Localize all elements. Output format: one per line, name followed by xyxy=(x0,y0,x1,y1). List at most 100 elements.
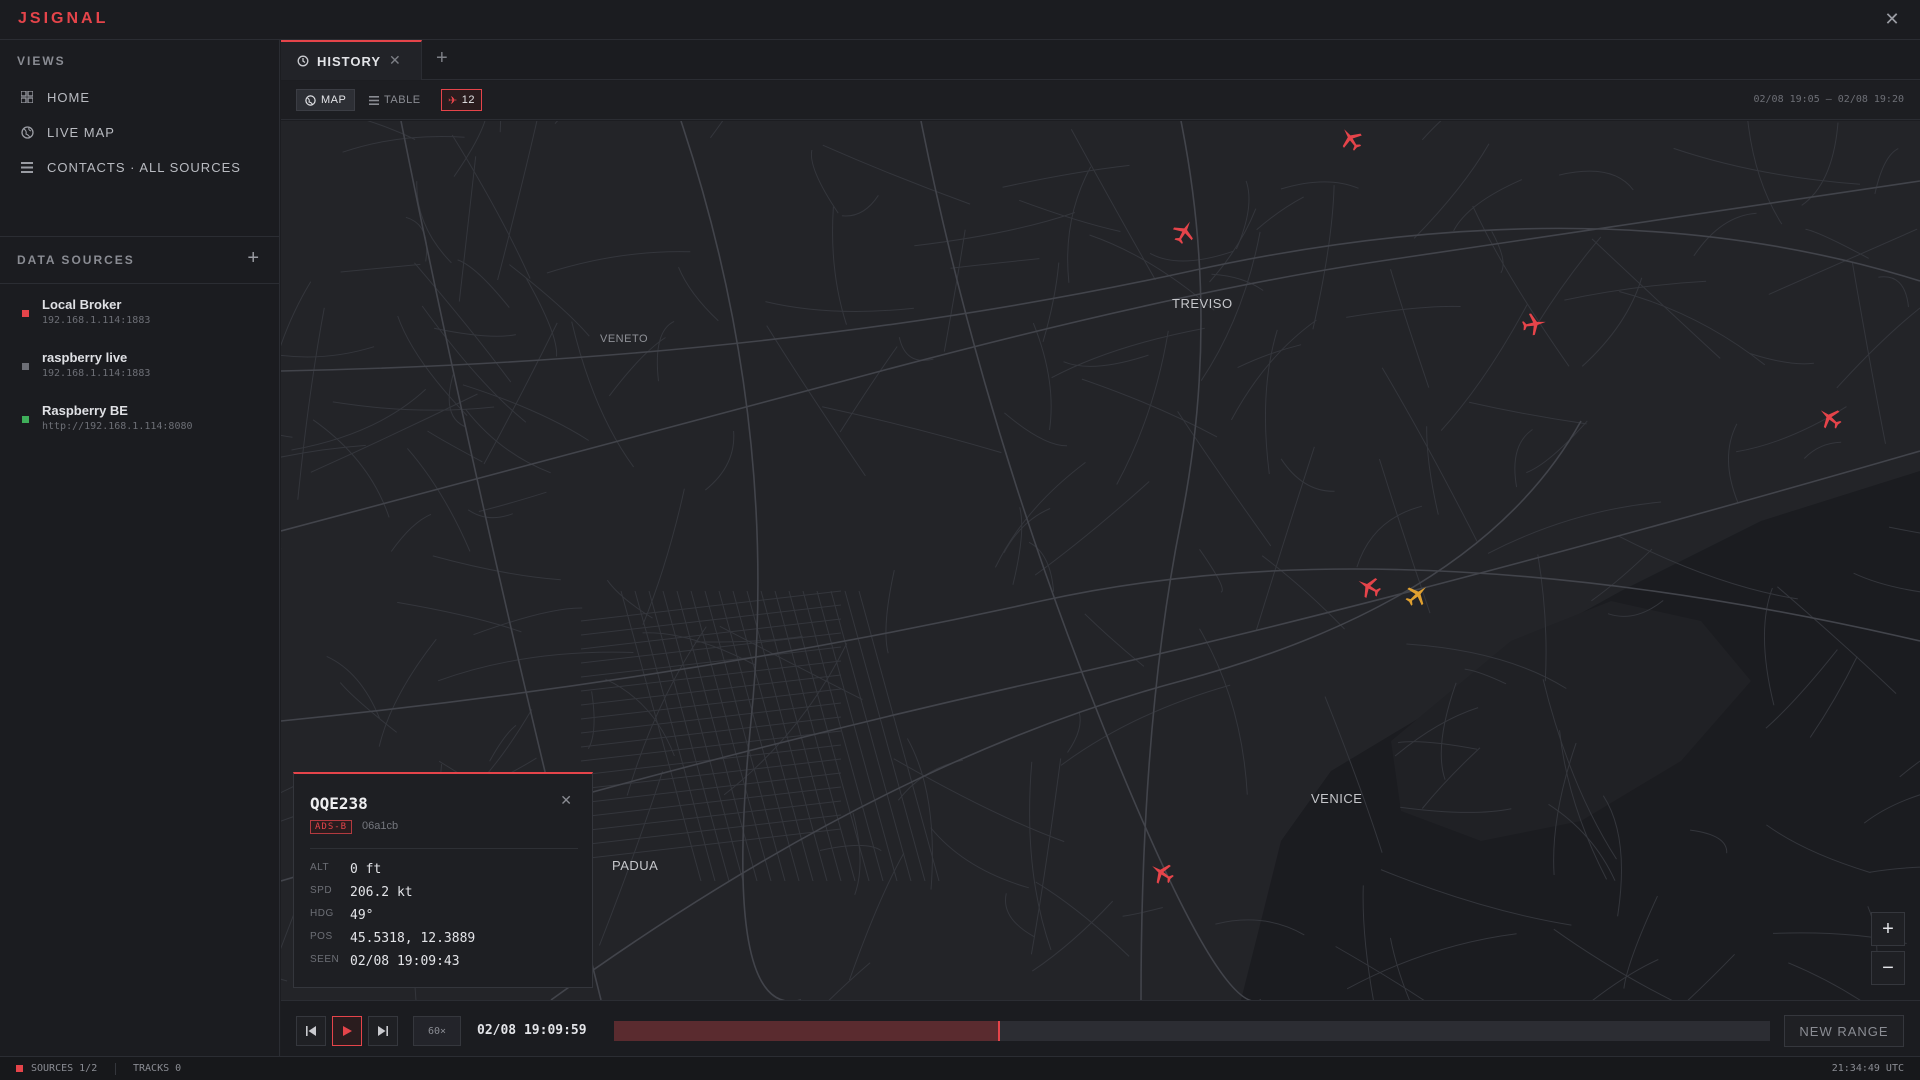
road xyxy=(950,258,1040,269)
road xyxy=(340,263,421,273)
road xyxy=(310,393,478,473)
road xyxy=(1199,628,1248,795)
info-value: 49° xyxy=(350,908,374,923)
road xyxy=(297,307,325,500)
globe-icon xyxy=(305,94,316,106)
road xyxy=(342,135,465,153)
road xyxy=(1177,411,1272,547)
road xyxy=(580,618,842,650)
road xyxy=(1067,166,1092,283)
road xyxy=(1256,196,1304,231)
road xyxy=(1149,250,1234,262)
road xyxy=(885,569,895,654)
road xyxy=(906,738,933,890)
road xyxy=(525,277,558,357)
road xyxy=(1032,322,1052,431)
tab-close-icon[interactable]: ✕ xyxy=(389,52,401,69)
road xyxy=(1381,367,1478,542)
road xyxy=(839,346,898,433)
road xyxy=(580,590,842,622)
road xyxy=(1264,329,1278,475)
source-item-local-broker[interactable]: Local Broker 192.168.1.114:1883 xyxy=(0,295,279,345)
road xyxy=(893,758,1065,843)
road xyxy=(1280,181,1359,190)
road xyxy=(281,444,366,458)
sidebar-item-live-map[interactable]: LIVE MAP xyxy=(0,115,279,149)
road xyxy=(580,660,842,692)
road xyxy=(898,337,934,361)
table-view-label: TABLE xyxy=(384,94,421,106)
road xyxy=(943,229,966,352)
road xyxy=(587,691,595,749)
road xyxy=(930,827,1029,889)
table-view-button[interactable]: TABLE xyxy=(361,89,429,111)
road xyxy=(766,325,866,477)
add-source-button[interactable]: + xyxy=(247,247,259,270)
source-item-raspberry-be[interactable]: Raspberry BE http://192.168.1.114:8080 xyxy=(0,401,279,451)
road xyxy=(1067,711,1081,753)
road xyxy=(678,267,719,322)
road xyxy=(580,604,842,636)
skip-forward-icon xyxy=(378,1026,388,1036)
map-view-button[interactable]: MAP xyxy=(296,89,356,111)
close-panel-icon[interactable]: ✕ xyxy=(560,792,572,809)
road xyxy=(1878,276,1909,308)
add-tab-button[interactable]: + xyxy=(436,47,448,70)
road xyxy=(1591,238,1721,359)
skip-back-icon xyxy=(306,1026,316,1036)
new-range-button[interactable]: NEW RANGE xyxy=(1784,1015,1904,1047)
playback-speed[interactable]: 60× xyxy=(413,1016,461,1046)
tracks-status: TRACKS 0 xyxy=(133,1063,182,1074)
road xyxy=(1004,893,1035,938)
road xyxy=(841,195,879,217)
timeline-playhead[interactable] xyxy=(997,1021,1000,1041)
sidebar-item-label: CONTACTS · ALL SOURCES xyxy=(47,159,241,175)
road xyxy=(1768,228,1918,295)
road xyxy=(554,121,559,124)
aircraft-count-badge[interactable]: ✈ 12 xyxy=(441,89,482,111)
road xyxy=(1413,143,1490,239)
road xyxy=(499,121,502,133)
road xyxy=(1042,262,1060,343)
data-sources-title: DATA SOURCES xyxy=(17,253,135,267)
skip-forward-button[interactable] xyxy=(368,1016,398,1046)
play-button[interactable] xyxy=(332,1016,362,1046)
road xyxy=(719,625,863,700)
road xyxy=(580,828,842,860)
road xyxy=(1803,441,1842,459)
time-range-label: 02/08 19:05 — 02/08 19:20 xyxy=(1753,94,1904,105)
road xyxy=(453,121,486,177)
road xyxy=(1693,212,1757,257)
city-label-treviso: TREVISO xyxy=(1172,296,1233,311)
road xyxy=(704,430,735,491)
road xyxy=(433,327,517,337)
tab-history[interactable]: HISTORY ✕ xyxy=(281,40,422,80)
grid-icon xyxy=(20,90,34,104)
tab-bar: HISTORY ✕ + xyxy=(281,40,1920,80)
close-window-icon[interactable]: ✕ xyxy=(1882,9,1902,29)
zoom-in-button[interactable]: + xyxy=(1871,912,1905,946)
road xyxy=(810,149,839,214)
source-name: raspberry live xyxy=(42,350,128,365)
road xyxy=(832,206,847,325)
zoom-out-button[interactable]: − xyxy=(1871,951,1905,985)
info-row-spd: SPD 206.2 kt xyxy=(310,885,580,903)
info-value: 45.5318, 12.3889 xyxy=(350,931,476,946)
road xyxy=(1747,121,1783,225)
road xyxy=(1619,291,1766,366)
info-key: ALT xyxy=(310,862,330,873)
road xyxy=(1468,401,1587,425)
road xyxy=(626,626,707,796)
aircraft-marker[interactable] xyxy=(1519,309,1549,339)
info-value: 206.2 kt xyxy=(350,885,413,900)
road xyxy=(1453,179,1523,232)
sidebar-item-contacts[interactable]: CONTACTS · ALL SOURCES xyxy=(0,150,279,184)
skip-back-button[interactable] xyxy=(296,1016,326,1046)
road xyxy=(1084,613,1145,667)
road xyxy=(1280,458,1335,492)
source-item-raspberry-live[interactable]: raspberry live 192.168.1.114:1883 xyxy=(0,348,279,398)
road xyxy=(914,212,1075,247)
info-value: 02/08 19:09:43 xyxy=(350,954,460,969)
timeline-scrubber[interactable] xyxy=(614,1021,1770,1041)
sidebar-item-home[interactable]: HOME xyxy=(0,80,279,114)
